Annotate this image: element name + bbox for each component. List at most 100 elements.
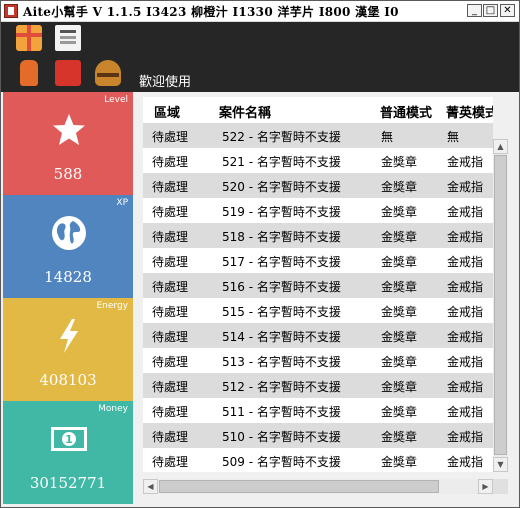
app-icon: [4, 4, 18, 18]
welcome-text: 歡迎使用: [139, 75, 192, 90]
header-elite-mode[interactable]: 菁英模式: [446, 102, 493, 121]
cell-elite-mode: 金戒指: [447, 255, 484, 269]
vertical-scrollbar[interactable]: ▲ ▼: [493, 139, 508, 472]
header-case-name[interactable]: 案件名稱: [219, 102, 271, 121]
cell-case-name: 520 - 名字暫時不支援: [222, 180, 341, 194]
table-row[interactable]: 待處理 514 - 名字暫時不支援 金獎章 金戒指: [143, 323, 493, 348]
vertical-scroll-thumb[interactable]: [494, 155, 507, 455]
cell-case-name: 522 - 名字暫時不支援: [222, 130, 341, 144]
cell-case-name: 515 - 名字暫時不支援: [222, 305, 341, 319]
lightning-icon: [60, 319, 78, 353]
money-icon: 1: [51, 427, 87, 451]
cell-normal-mode: 金獎章: [381, 330, 418, 344]
cell-elite-mode: 金戒指: [447, 180, 484, 194]
cell-case-name: 514 - 名字暫時不支援: [222, 330, 341, 344]
header-area[interactable]: 區域: [154, 102, 180, 121]
globe-icon: [52, 216, 86, 250]
table-row[interactable]: 待處理 510 - 名字暫時不支援 金獎章 金戒指: [143, 423, 493, 448]
cell-case-name: 509 - 名字暫時不支援: [222, 455, 341, 469]
table-row[interactable]: 待處理 511 - 名字暫時不支援 金獎章 金戒指: [143, 398, 493, 423]
stat-value: 30152771: [29, 474, 107, 492]
cell-normal-mode: 金獎章: [381, 380, 418, 394]
minimize-button[interactable]: _: [467, 4, 482, 17]
table-row[interactable]: 待處理 522 - 名字暫時不支援 無 無: [143, 123, 493, 148]
cell-area: 待處理: [152, 355, 189, 369]
stat-label: Money: [98, 404, 128, 414]
scroll-right-button[interactable]: ▶: [478, 479, 493, 494]
cell-case-name: 512 - 名字暫時不支援: [222, 380, 341, 394]
cell-area: 待處理: [152, 230, 189, 244]
stat-xp: XP 14828: [3, 195, 133, 298]
app-window: Aite小幫手 V 1.1.5 I3423 柳橙汁 I1330 洋芋片 I800…: [0, 0, 520, 508]
cell-area: 待處理: [152, 155, 189, 169]
cell-area: 待處理: [152, 180, 189, 194]
cell-area: 待處理: [152, 405, 189, 419]
cell-elite-mode: 金戒指: [447, 380, 484, 394]
cell-area: 待處理: [152, 205, 189, 219]
stat-money: Money 1 30152771: [3, 401, 133, 504]
cell-normal-mode: 金獎章: [381, 455, 418, 469]
table-row[interactable]: 待處理 517 - 名字暫時不支援 金獎章 金戒指: [143, 248, 493, 273]
cell-normal-mode: 金獎章: [381, 155, 418, 169]
cell-area: 待處理: [152, 430, 189, 444]
cell-normal-mode: 金獎章: [381, 430, 418, 444]
cell-case-name: 511 - 名字暫時不支援: [222, 405, 341, 419]
gift-icon[interactable]: [16, 25, 42, 51]
case-table[interactable]: 區域 案件名稱 普通模式 菁英模式 待處理 522 - 名字暫時不支援無無待處理 5…: [143, 97, 493, 472]
burger-icon[interactable]: [95, 60, 121, 86]
table-row[interactable]: 待處理 520 - 名字暫時不支援 金獎章 金戒指: [143, 173, 493, 198]
header-normal-mode[interactable]: 普通模式: [380, 102, 432, 121]
maximize-button[interactable]: □: [483, 4, 498, 17]
cell-normal-mode: 無: [381, 130, 394, 144]
table-row[interactable]: 待處理 518 - 名字暫時不支援 金獎章 金戒指: [143, 223, 493, 248]
cell-case-name: 519 - 名字暫時不支援: [222, 205, 341, 219]
horizontal-scrollbar[interactable]: ◀ ▶: [143, 479, 493, 494]
cell-elite-mode: 金戒指: [447, 455, 484, 469]
cell-elite-mode: 金戒指: [447, 230, 484, 244]
cell-normal-mode: 金獎章: [381, 255, 418, 269]
table-row[interactable]: 待處理 521 - 名字暫時不支援 金獎章 金戒指: [143, 148, 493, 173]
star-icon: [53, 114, 85, 145]
table-row[interactable]: 待處理 519 - 名字暫時不支援 金獎章 金戒指: [143, 198, 493, 223]
stat-value: 588: [53, 165, 83, 183]
cell-elite-mode: 金戒指: [447, 355, 484, 369]
scroll-left-button[interactable]: ◀: [143, 479, 158, 494]
cell-case-name: 518 - 名字暫時不支援: [222, 230, 341, 244]
cell-normal-mode: 金獎章: [381, 280, 418, 294]
scroll-down-button[interactable]: ▼: [493, 457, 508, 472]
stat-energy: Energy 408103: [3, 298, 133, 401]
cell-normal-mode: 金獎章: [381, 205, 418, 219]
cell-normal-mode: 金獎章: [381, 405, 418, 419]
juice-icon[interactable]: [20, 60, 38, 86]
cell-elite-mode: 金戒指: [447, 205, 484, 219]
cell-case-name: 517 - 名字暫時不支援: [222, 255, 341, 269]
toolbar: 歡迎使用: [1, 22, 519, 92]
cell-elite-mode: 金戒指: [447, 405, 484, 419]
cell-elite-mode: 金戒指: [447, 430, 484, 444]
table-row[interactable]: 待處理 512 - 名字暫時不支援 金獎章 金戒指: [143, 373, 493, 398]
table-row[interactable]: 待處理 509 - 名字暫時不支援 金獎章 金戒指: [143, 448, 493, 472]
cell-elite-mode: 無: [447, 130, 460, 144]
table-row[interactable]: 待處理 513 - 名字暫時不支援 金獎章 金戒指: [143, 348, 493, 373]
cell-area: 待處理: [152, 280, 189, 294]
table-row[interactable]: 待處理 515 - 名字暫時不支援 金獎章 金戒指: [143, 298, 493, 323]
cell-elite-mode: 金戒指: [447, 155, 484, 169]
stat-value: 14828: [44, 268, 92, 286]
table-row[interactable]: 待處理 516 - 名字暫時不支援 金獎章 金戒指: [143, 273, 493, 298]
chips-icon[interactable]: [55, 60, 81, 86]
scroll-up-button[interactable]: ▲: [493, 139, 508, 154]
title-bar[interactable]: Aite小幫手 V 1.1.5 I3423 柳橙汁 I1330 洋芋片 I800…: [1, 1, 519, 22]
cell-elite-mode: 金戒指: [447, 305, 484, 319]
cell-normal-mode: 金獎章: [381, 355, 418, 369]
cell-area: 待處理: [152, 255, 189, 269]
svg-text:1: 1: [65, 433, 73, 446]
close-button[interactable]: ✕: [500, 4, 515, 17]
horizontal-scroll-thumb[interactable]: [159, 480, 439, 493]
cell-area: 待處理: [152, 330, 189, 344]
scrollbar-corner: [493, 479, 508, 494]
cell-case-name: 510 - 名字暫時不支援: [222, 430, 341, 444]
news-icon[interactable]: [55, 25, 81, 51]
cell-case-name: 521 - 名字暫時不支援: [222, 155, 341, 169]
stat-label: Level: [104, 95, 128, 105]
table-header: 區域 案件名稱 普通模式 菁英模式: [143, 97, 493, 123]
